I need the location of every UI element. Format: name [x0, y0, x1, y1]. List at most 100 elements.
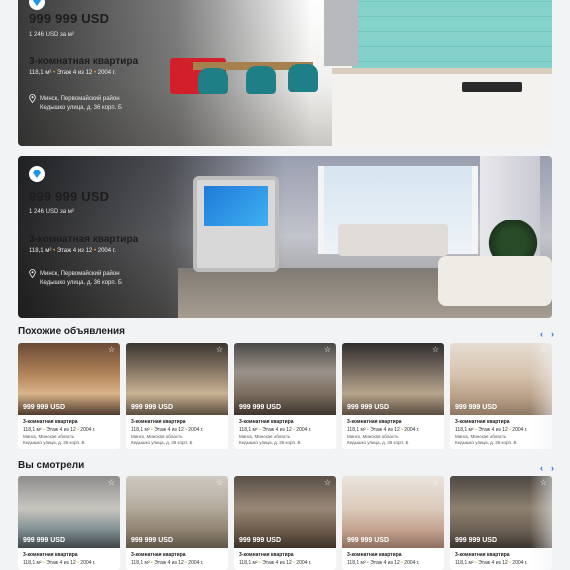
listing-price: 999 999 USD: [29, 189, 110, 204]
viewed-section-title: Вы смотрели: [18, 460, 85, 471]
listing-address: Минск, Первомайский район Кедышко улица,…: [40, 95, 122, 113]
card-price: 999 999 USD: [131, 537, 174, 544]
meta-separator: •: [475, 560, 477, 566]
listing-photo-chair: [246, 66, 276, 94]
listing-card[interactable]: ☆ 999 999 USD 3-комнатная квартира 118,1…: [234, 343, 336, 449]
meta-separator: •: [43, 560, 45, 566]
listing-photo-chair: [288, 64, 318, 92]
meta-separator: •: [93, 248, 97, 254]
card-title: 3-комнатная квартира: [131, 552, 186, 558]
card-title: 3-комнатная квартира: [455, 552, 510, 558]
star-icon[interactable]: ☆: [108, 346, 115, 354]
listing-card[interactable]: ☆ 999 999 USD 3-комнатная квартира 118,1…: [234, 476, 336, 570]
card-photo: ☆ 999 999 USD: [18, 476, 120, 548]
meta-separator: •: [293, 427, 295, 433]
location-pin-icon: [29, 94, 36, 103]
featured-listing-1[interactable]: 999 999 USD 1 246 USD за м² 3-комнатная …: [18, 0, 552, 146]
card-area: 118,1 м²: [239, 427, 258, 433]
card-photo: ☆ 999 999 USD: [126, 476, 228, 548]
card-year: 2004 г.: [80, 560, 96, 566]
card-floor: Этаж 4 из 12: [262, 560, 292, 566]
listing-title[interactable]: 3-комнатная квартира: [29, 234, 138, 245]
card-photo: ☆ 999 999 USD: [342, 343, 444, 415]
featured-listing-2[interactable]: 999 999 USD 1 246 USD за м² 3-комнатная …: [18, 156, 552, 318]
listing-title[interactable]: 3-комнатная квартира: [29, 56, 138, 67]
card-meta: 118,1 м² • Этаж 4 из 12 • 2004 г.: [455, 426, 547, 434]
meta-separator: •: [53, 248, 56, 254]
listing-card[interactable]: ☆ 999 999 USD 3-комнатная квартира 118,1…: [126, 343, 228, 449]
card-photo: ☆ 999 999 USD: [234, 343, 336, 415]
similar-section-title: Похожие объявления: [18, 326, 126, 337]
star-icon[interactable]: ☆: [216, 479, 223, 487]
listing-address: Минск, Первомайский район Кедышко улица,…: [40, 270, 122, 288]
chevron-left-icon[interactable]: ‹: [540, 463, 543, 473]
meta-separator: •: [509, 560, 511, 566]
card-address-line-2: Кедышко улица, д. 36 корп. Б: [455, 440, 517, 445]
listing-year: 2004 г.: [97, 248, 116, 254]
star-icon[interactable]: ☆: [432, 479, 439, 487]
listing-photo-tv: [204, 186, 268, 226]
star-icon[interactable]: ☆: [216, 346, 223, 354]
chevron-left-icon[interactable]: ‹: [540, 329, 543, 339]
meta-separator: •: [259, 427, 261, 433]
diamond-icon[interactable]: [29, 0, 45, 10]
address-line-1: Минск, Первомайский район: [40, 96, 120, 102]
listing-floor: Этаж 4 из 12: [56, 70, 93, 76]
listing-card[interactable]: ☆ 999 999 USD 3-комнатная квартира 118,1…: [18, 343, 120, 449]
listing-card[interactable]: ☆ 999 999 USD 3-комнатная квартира 118,1…: [342, 476, 444, 570]
card-title: 3-комнатная квартира: [239, 552, 294, 558]
similar-cards-row: ☆ 999 999 USD 3-комнатная квартира 118,1…: [18, 343, 552, 449]
star-icon[interactable]: ☆: [432, 346, 439, 354]
card-meta: 118,1 м² • Этаж 4 из 12 • 2004 г.: [23, 559, 115, 567]
meta-separator: •: [77, 427, 79, 433]
card-price: 999 999 USD: [23, 404, 66, 411]
listing-photo-cooktop: [462, 82, 522, 92]
card-area: 118,1 м²: [455, 560, 474, 566]
listing-card[interactable]: ☆ 999 999 USD 3-комнатная квартира 118,1…: [342, 343, 444, 449]
card-title: 3-комнатная квартира: [455, 419, 510, 425]
card-year: 2004 г.: [296, 560, 312, 566]
listing-price: 999 999 USD: [29, 11, 110, 26]
diamond-icon[interactable]: [29, 166, 45, 182]
listing-card[interactable]: ☆ 999 999 USD 3-комнатная квартира 118,1…: [450, 343, 552, 449]
meta-separator: •: [475, 427, 477, 433]
meta-separator: •: [401, 560, 403, 566]
star-icon[interactable]: ☆: [324, 479, 331, 487]
meta-separator: •: [509, 427, 511, 433]
viewed-carousel-controls: ‹ ›: [540, 463, 554, 473]
card-area: 118,1 м²: [347, 560, 366, 566]
card-area: 118,1 м²: [23, 427, 42, 433]
star-icon[interactable]: ☆: [540, 479, 547, 487]
address-line-2: Кедышко улица, д. 36 корп. Б: [40, 280, 122, 286]
card-meta: 118,1 м² • Этаж 4 из 12 • 2004 г.: [347, 426, 439, 434]
card-price: 999 999 USD: [455, 404, 498, 411]
chevron-right-icon[interactable]: ›: [551, 463, 554, 473]
card-price: 999 999 USD: [23, 537, 66, 544]
card-price: 999 999 USD: [455, 537, 498, 544]
card-photo: ☆ 999 999 USD: [18, 343, 120, 415]
listing-card[interactable]: ☆ 999 999 USD 3-комнатная квартира 118,1…: [450, 476, 552, 570]
listing-card[interactable]: ☆ 999 999 USD 3-комнатная квартира 118,1…: [126, 476, 228, 570]
card-year: 2004 г.: [404, 427, 420, 433]
card-price: 999 999 USD: [347, 404, 390, 411]
card-title: 3-комнатная квартира: [131, 419, 186, 425]
card-area: 118,1 м²: [131, 560, 150, 566]
card-floor: Этаж 4 из 12: [370, 560, 400, 566]
meta-separator: •: [93, 70, 97, 76]
card-year: 2004 г.: [188, 427, 204, 433]
card-photo: ☆ 999 999 USD: [450, 343, 552, 415]
listing-photo-dining-table: [338, 224, 448, 256]
star-icon[interactable]: ☆: [324, 346, 331, 354]
address-line-2: Кедышко улица, д. 36 корп. Б: [40, 105, 122, 111]
card-area: 118,1 м²: [455, 427, 474, 433]
chevron-right-icon[interactable]: ›: [551, 329, 554, 339]
star-icon[interactable]: ☆: [108, 479, 115, 487]
price-per-m2: 1 246 USD за м²: [29, 209, 74, 215]
card-floor: Этаж 4 из 12: [478, 427, 508, 433]
star-icon[interactable]: ☆: [540, 346, 547, 354]
listing-photo-counter: [332, 68, 552, 146]
listing-card[interactable]: ☆ 999 999 USD 3-комнатная квартира 118,1…: [18, 476, 120, 570]
meta-separator: •: [293, 560, 295, 566]
card-year: 2004 г.: [188, 560, 204, 566]
meta-separator: •: [367, 427, 369, 433]
